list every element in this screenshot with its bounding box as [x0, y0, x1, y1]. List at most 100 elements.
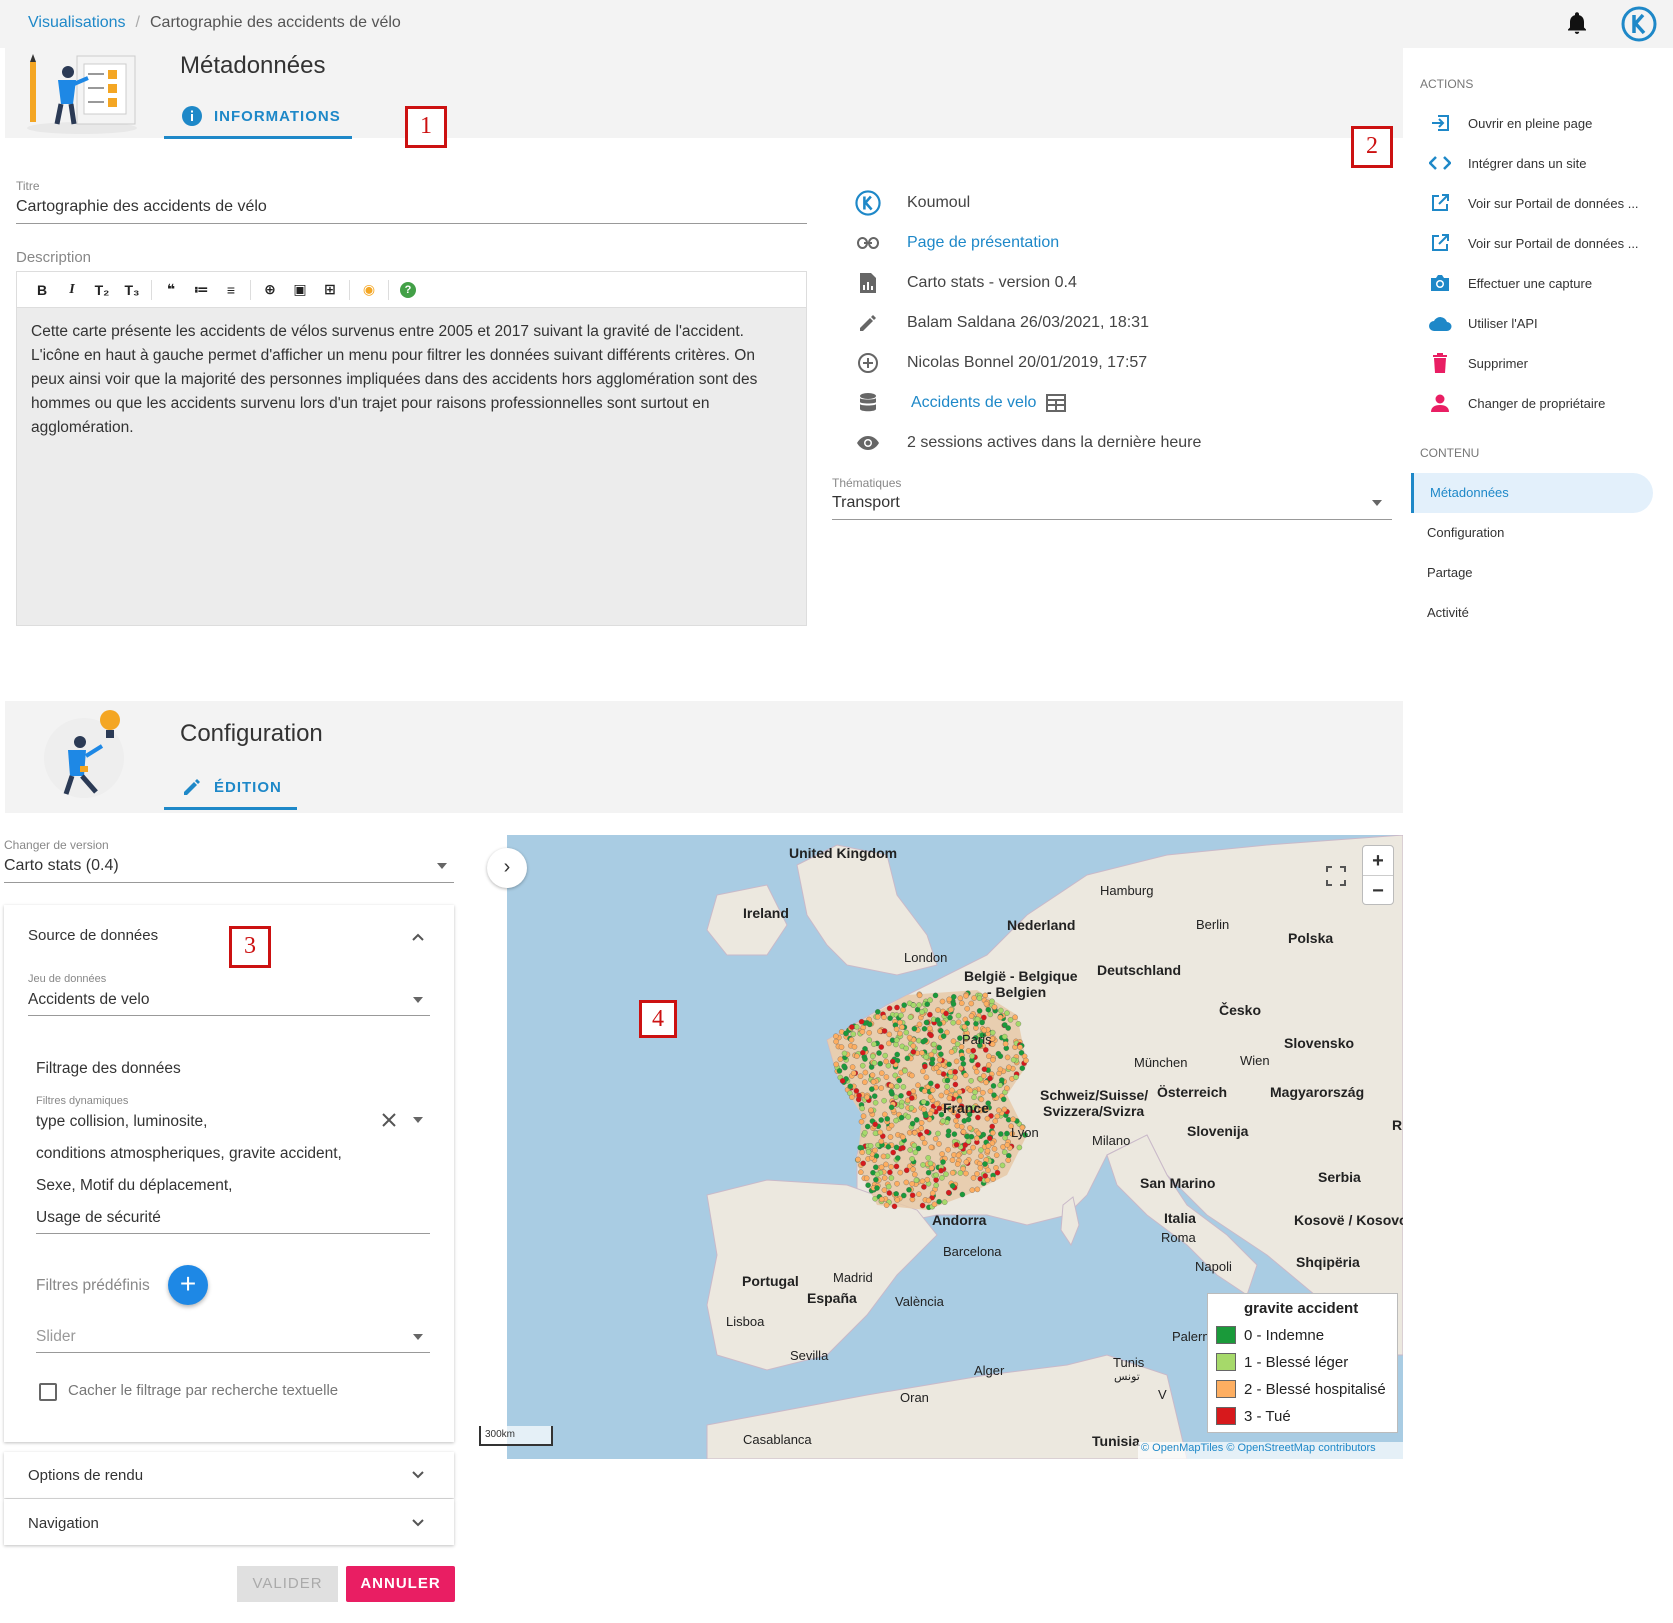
accident-point[interactable] — [850, 1070, 857, 1076]
accident-point[interactable] — [915, 1082, 921, 1088]
accident-point[interactable] — [954, 1041, 961, 1047]
dropdown-arrow-icon[interactable] — [437, 863, 447, 869]
accident-point[interactable] — [943, 1010, 949, 1017]
validate-button[interactable]: VALIDER — [237, 1566, 338, 1602]
accident-point[interactable] — [857, 1144, 863, 1151]
accident-point[interactable] — [886, 1190, 893, 1196]
accident-point[interactable] — [951, 1131, 958, 1137]
accident-point[interactable] — [954, 1122, 961, 1129]
accident-point[interactable] — [940, 1118, 946, 1124]
accident-point[interactable] — [965, 1048, 972, 1054]
accident-point[interactable] — [921, 1140, 928, 1146]
accident-point[interactable] — [932, 1136, 939, 1142]
accident-point[interactable] — [964, 1005, 970, 1012]
accident-point[interactable] — [963, 993, 969, 999]
accident-point[interactable] — [916, 1191, 922, 1197]
accident-point[interactable] — [920, 1068, 926, 1075]
accident-point[interactable] — [903, 1029, 910, 1036]
accident-point[interactable] — [886, 1005, 893, 1012]
accident-point[interactable] — [953, 1117, 959, 1124]
accident-point[interactable] — [927, 1011, 933, 1018]
accident-point[interactable] — [959, 1000, 965, 1006]
accident-point[interactable] — [980, 1089, 986, 1096]
accident-point[interactable] — [990, 1083, 997, 1089]
accident-point[interactable] — [1001, 1033, 1008, 1040]
accident-point[interactable] — [975, 1062, 981, 1068]
quote-button[interactable]: ❝ — [156, 281, 186, 298]
accident-point[interactable] — [949, 1087, 955, 1094]
accident-point[interactable] — [896, 1077, 903, 1084]
nav-activite[interactable]: Activité — [1427, 605, 1469, 620]
accident-point[interactable] — [909, 1072, 915, 1079]
accident-point[interactable] — [888, 1122, 895, 1129]
action-api[interactable]: Utiliser l'API — [1428, 311, 1538, 335]
accident-point[interactable] — [966, 1149, 973, 1155]
dropdown-arrow-icon[interactable] — [1372, 500, 1382, 506]
accident-point[interactable] — [934, 1017, 941, 1023]
nav-metadonnees[interactable]: Métadonnées — [1430, 485, 1509, 500]
accident-point[interactable] — [920, 1038, 927, 1045]
accident-point[interactable] — [1013, 1074, 1019, 1080]
accident-point[interactable] — [923, 1054, 929, 1060]
nav-partage[interactable]: Partage — [1427, 565, 1473, 580]
accident-point[interactable] — [889, 1058, 896, 1065]
accident-point[interactable] — [888, 1082, 894, 1089]
accident-point[interactable] — [922, 1063, 928, 1070]
version-select[interactable]: Carto stats (0.4) — [4, 857, 119, 875]
accident-point[interactable] — [869, 1086, 875, 1092]
accident-point[interactable] — [888, 1175, 895, 1181]
accident-point[interactable] — [851, 1044, 858, 1050]
accident-point[interactable] — [927, 1094, 934, 1100]
accident-point[interactable] — [1004, 1085, 1010, 1091]
action-capture[interactable]: Effectuer une capture — [1428, 271, 1592, 295]
chevron-down-icon[interactable] — [411, 1516, 425, 1530]
slider-select[interactable]: Slider — [36, 1328, 76, 1346]
accident-point[interactable] — [901, 1002, 907, 1008]
accident-point[interactable] — [951, 994, 957, 1000]
accident-point[interactable] — [874, 1185, 880, 1191]
accident-point[interactable] — [929, 1087, 936, 1093]
accident-point[interactable] — [1017, 1044, 1023, 1050]
zoom-in-button[interactable]: + — [1363, 846, 1393, 876]
accident-point[interactable] — [978, 1153, 984, 1159]
accident-point[interactable] — [927, 1160, 934, 1167]
accident-point[interactable] — [907, 1014, 914, 1020]
accident-point[interactable] — [858, 1169, 864, 1175]
accident-point[interactable] — [898, 1093, 904, 1099]
accident-point[interactable] — [950, 1001, 957, 1007]
accident-point[interactable] — [833, 1061, 839, 1068]
accident-point[interactable] — [936, 1105, 943, 1112]
accident-point[interactable] — [947, 1069, 954, 1075]
accident-point[interactable] — [909, 1095, 915, 1101]
accident-point[interactable] — [968, 1000, 975, 1007]
accident-point[interactable] — [878, 1196, 885, 1203]
accident-point[interactable] — [881, 1187, 888, 1193]
accident-point[interactable] — [927, 1025, 933, 1032]
accident-point[interactable] — [923, 1112, 929, 1119]
accident-point[interactable] — [891, 1203, 898, 1210]
accident-point[interactable] — [888, 1164, 894, 1170]
link-button[interactable]: ⊕ — [255, 281, 285, 298]
map-attribution[interactable]: © OpenMapTiles © OpenStreetMap contribut… — [1138, 1442, 1403, 1459]
accident-point[interactable] — [911, 1025, 918, 1032]
accident-point[interactable] — [850, 1031, 857, 1037]
accident-point[interactable] — [906, 1187, 912, 1193]
accident-point[interactable] — [960, 1129, 967, 1135]
help-icon[interactable]: ? — [400, 281, 416, 298]
accident-point[interactable] — [903, 1045, 909, 1052]
accident-point[interactable] — [935, 1130, 941, 1137]
accident-point[interactable] — [919, 1009, 925, 1015]
accident-point[interactable] — [999, 1077, 1005, 1083]
notification-bell-icon[interactable] — [1567, 12, 1587, 34]
accident-point[interactable] — [911, 1142, 918, 1149]
accident-point[interactable] — [882, 1111, 888, 1118]
accident-point[interactable] — [898, 1012, 904, 1019]
accident-point[interactable] — [893, 1144, 900, 1151]
accident-point[interactable] — [890, 1149, 896, 1156]
accident-point[interactable] — [928, 1032, 934, 1039]
accident-point[interactable] — [839, 1078, 846, 1084]
accident-point[interactable] — [894, 1051, 900, 1058]
accident-point[interactable] — [919, 1178, 926, 1185]
accident-point[interactable] — [893, 1163, 900, 1170]
accident-point[interactable] — [900, 1134, 906, 1140]
